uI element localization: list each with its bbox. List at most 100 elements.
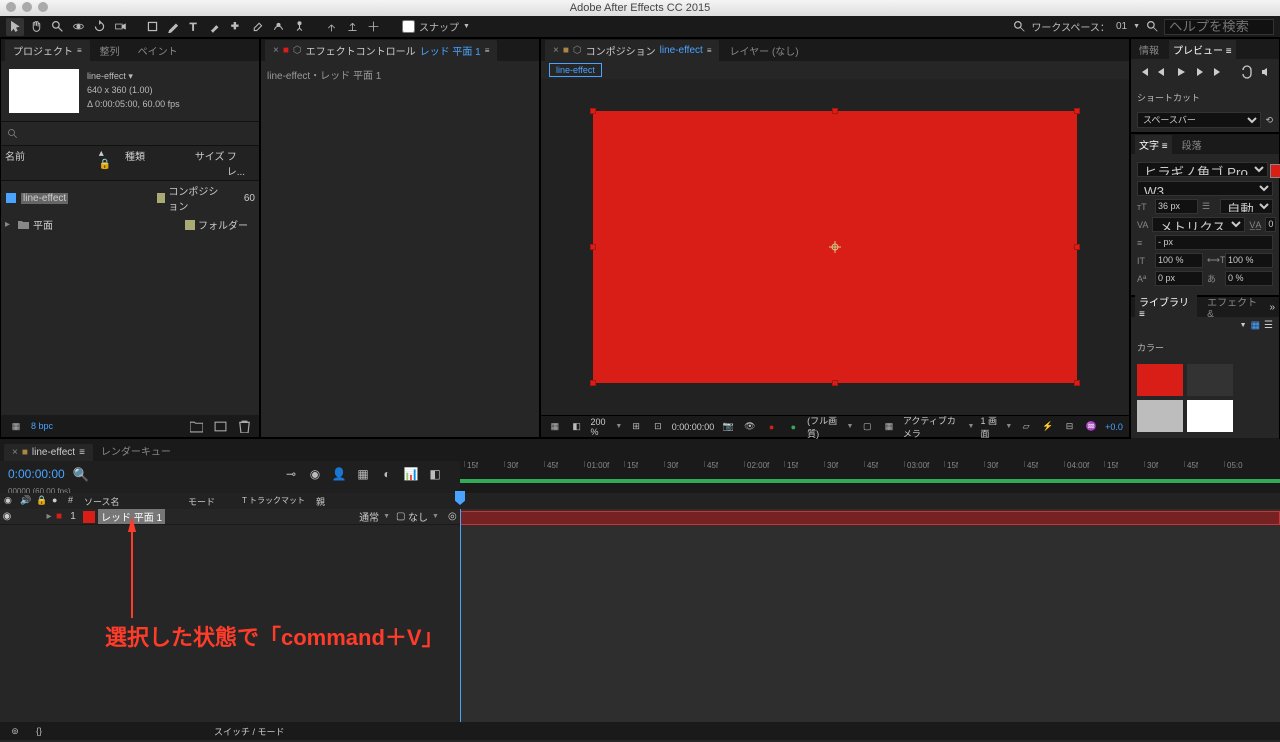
- paint-tab[interactable]: ペイント: [130, 40, 186, 61]
- graph-editor-icon[interactable]: 📊: [402, 465, 420, 483]
- frame-blend-icon[interactable]: ▦: [354, 465, 372, 483]
- anchor-point-icon[interactable]: [829, 241, 841, 253]
- grid-icon[interactable]: ▦: [881, 418, 897, 436]
- show-snapshot-icon[interactable]: 👁: [742, 418, 758, 436]
- channel-r-icon[interactable]: ●: [764, 418, 780, 436]
- transform-handle[interactable]: [590, 108, 596, 114]
- snapshot-icon[interactable]: 📷: [720, 418, 736, 436]
- project-search-input[interactable]: [19, 124, 253, 143]
- baseline-input[interactable]: 0 px: [1155, 271, 1203, 286]
- paragraph-tab[interactable]: 段落: [1178, 135, 1206, 154]
- prev-frame-icon[interactable]: [1155, 65, 1169, 81]
- comp-mini-flowchart-icon[interactable]: ⊸: [282, 465, 300, 483]
- render-queue-tab[interactable]: レンダーキュー: [93, 440, 179, 461]
- last-frame-icon[interactable]: [1211, 65, 1225, 81]
- layer-name[interactable]: レッド 平面 1: [98, 509, 165, 524]
- layer-matte-select[interactable]: なし: [408, 509, 448, 524]
- composition-viewer[interactable]: [541, 79, 1129, 415]
- trash-icon[interactable]: [235, 417, 253, 435]
- snap-toggle[interactable]: スナップ ▼: [396, 19, 476, 34]
- font-family-select[interactable]: ヒラギノ角ゴ Pro: [1137, 162, 1268, 177]
- roto-tool-icon[interactable]: [269, 18, 287, 36]
- color-swatch[interactable]: [1187, 400, 1233, 432]
- shape-tool-icon[interactable]: [143, 18, 161, 36]
- transform-handle[interactable]: [590, 244, 596, 250]
- leading-select[interactable]: 自動: [1220, 199, 1273, 214]
- align-tab[interactable]: 整列: [92, 40, 128, 61]
- axis-local-icon[interactable]: [322, 18, 340, 36]
- loop-icon[interactable]: [1240, 65, 1254, 81]
- character-tab[interactable]: 文字 ≡: [1135, 135, 1172, 154]
- layer-mode-select[interactable]: 通常: [353, 509, 396, 524]
- help-search-input[interactable]: [1164, 19, 1274, 35]
- shortcut-select[interactable]: スペースバー: [1137, 112, 1261, 128]
- new-folder-icon[interactable]: [187, 417, 205, 435]
- clone-tool-icon[interactable]: [227, 18, 245, 36]
- layer-tab[interactable]: レイヤー (なし): [721, 40, 806, 61]
- hide-shy-icon[interactable]: 👤: [330, 465, 348, 483]
- layer-duration-bar[interactable]: [460, 511, 1280, 525]
- transform-handle[interactable]: [832, 380, 838, 386]
- transform-handle[interactable]: [832, 108, 838, 114]
- text-tool-icon[interactable]: T: [185, 18, 203, 36]
- transform-handle[interactable]: [590, 380, 596, 386]
- brainstorm-icon[interactable]: ◧: [426, 465, 444, 483]
- window-traffic-lights[interactable]: [6, 2, 48, 12]
- tsume-input[interactable]: 0 %: [1225, 271, 1273, 286]
- comp-time[interactable]: 0:00:00:00: [672, 422, 715, 432]
- play-icon[interactable]: [1174, 65, 1188, 81]
- channel-g-icon[interactable]: ●: [785, 418, 801, 436]
- camera-dropdown[interactable]: アクティブカメラ: [903, 414, 975, 440]
- alpha-grid-icon[interactable]: ▦: [547, 418, 563, 436]
- current-time[interactable]: 0:00:00:00: [8, 467, 65, 481]
- mask-toggle-icon[interactable]: ◧: [569, 418, 585, 436]
- vscale-input[interactable]: 100 %: [1155, 253, 1203, 268]
- pixel-aspect-icon[interactable]: ▱: [1018, 418, 1034, 436]
- resolution-dropdown[interactable]: (フル画質): [807, 414, 853, 440]
- timeline-comp-tab[interactable]: ×■ line-effect ≡: [4, 444, 93, 461]
- tracking-input[interactable]: 0: [1265, 217, 1276, 232]
- interpret-icon[interactable]: ▦: [7, 417, 25, 435]
- view-dropdown[interactable]: 1 画面: [980, 414, 1012, 440]
- layer-color-swatch[interactable]: [83, 511, 95, 523]
- res-icon[interactable]: ⊞: [628, 418, 644, 436]
- bpc-button[interactable]: 8 bpc: [31, 421, 53, 431]
- new-comp-icon[interactable]: [211, 417, 229, 435]
- font-weight-select[interactable]: W3: [1137, 181, 1273, 196]
- timeline-search[interactable]: [73, 467, 266, 482]
- axis-view-icon[interactable]: [364, 18, 382, 36]
- reset-icon[interactable]: ⟲: [1265, 115, 1273, 126]
- search-icon[interactable]: [1010, 18, 1028, 36]
- first-frame-icon[interactable]: [1137, 65, 1151, 81]
- hscale-input[interactable]: 100 %: [1225, 253, 1273, 268]
- fast-preview-icon[interactable]: ⚡: [1040, 418, 1056, 436]
- layer-visibility-icon[interactable]: ◉: [0, 511, 14, 522]
- timeline-track-area[interactable]: [460, 509, 1280, 722]
- transform-handle[interactable]: [1074, 244, 1080, 250]
- project-item-list[interactable]: line-effect コンポジション 60 ▸ 平面 フォルダー: [1, 181, 259, 415]
- pen-tool-icon[interactable]: [164, 18, 182, 36]
- project-item-folder[interactable]: ▸ 平面 フォルダー: [1, 215, 259, 234]
- brush-tool-icon[interactable]: [206, 18, 224, 36]
- guides-icon[interactable]: ⊡: [650, 418, 666, 436]
- next-frame-icon[interactable]: [1192, 65, 1206, 81]
- time-ruler[interactable]: 15f30f45f01:00f15f30f45f02:00f15f30f45f0…: [460, 461, 1280, 479]
- comp-chip[interactable]: line-effect: [549, 63, 602, 77]
- zoom-dropdown[interactable]: 200 %: [590, 417, 622, 437]
- motion-blur-icon[interactable]: ◐: [378, 465, 396, 483]
- lib-grid-icon[interactable]: ▦: [1251, 320, 1260, 331]
- zoom-tool-icon[interactable]: [48, 18, 66, 36]
- camera-tool-icon[interactable]: [111, 18, 129, 36]
- switches-mode-toggle[interactable]: スイッチ / モード: [214, 725, 285, 738]
- axis-world-icon[interactable]: [343, 18, 361, 36]
- toggle-modes-icon[interactable]: {}: [30, 722, 48, 740]
- toggle-switches-icon[interactable]: ⊚: [6, 722, 24, 740]
- linespace-input[interactable]: - px: [1155, 235, 1273, 250]
- lib-list-icon[interactable]: ☰: [1264, 320, 1273, 331]
- roi-icon[interactable]: ▢: [859, 418, 875, 436]
- effect-controls-tab[interactable]: × ■ ⬡ エフェクトコントロール レッド 平面 1 ≡: [265, 40, 497, 61]
- timeline-icon[interactable]: ⊟: [1062, 418, 1078, 436]
- preview-tab[interactable]: プレビュー ≡: [1169, 40, 1236, 59]
- snap-checkbox[interactable]: [402, 20, 415, 33]
- font-size-input[interactable]: 36 px: [1155, 199, 1198, 214]
